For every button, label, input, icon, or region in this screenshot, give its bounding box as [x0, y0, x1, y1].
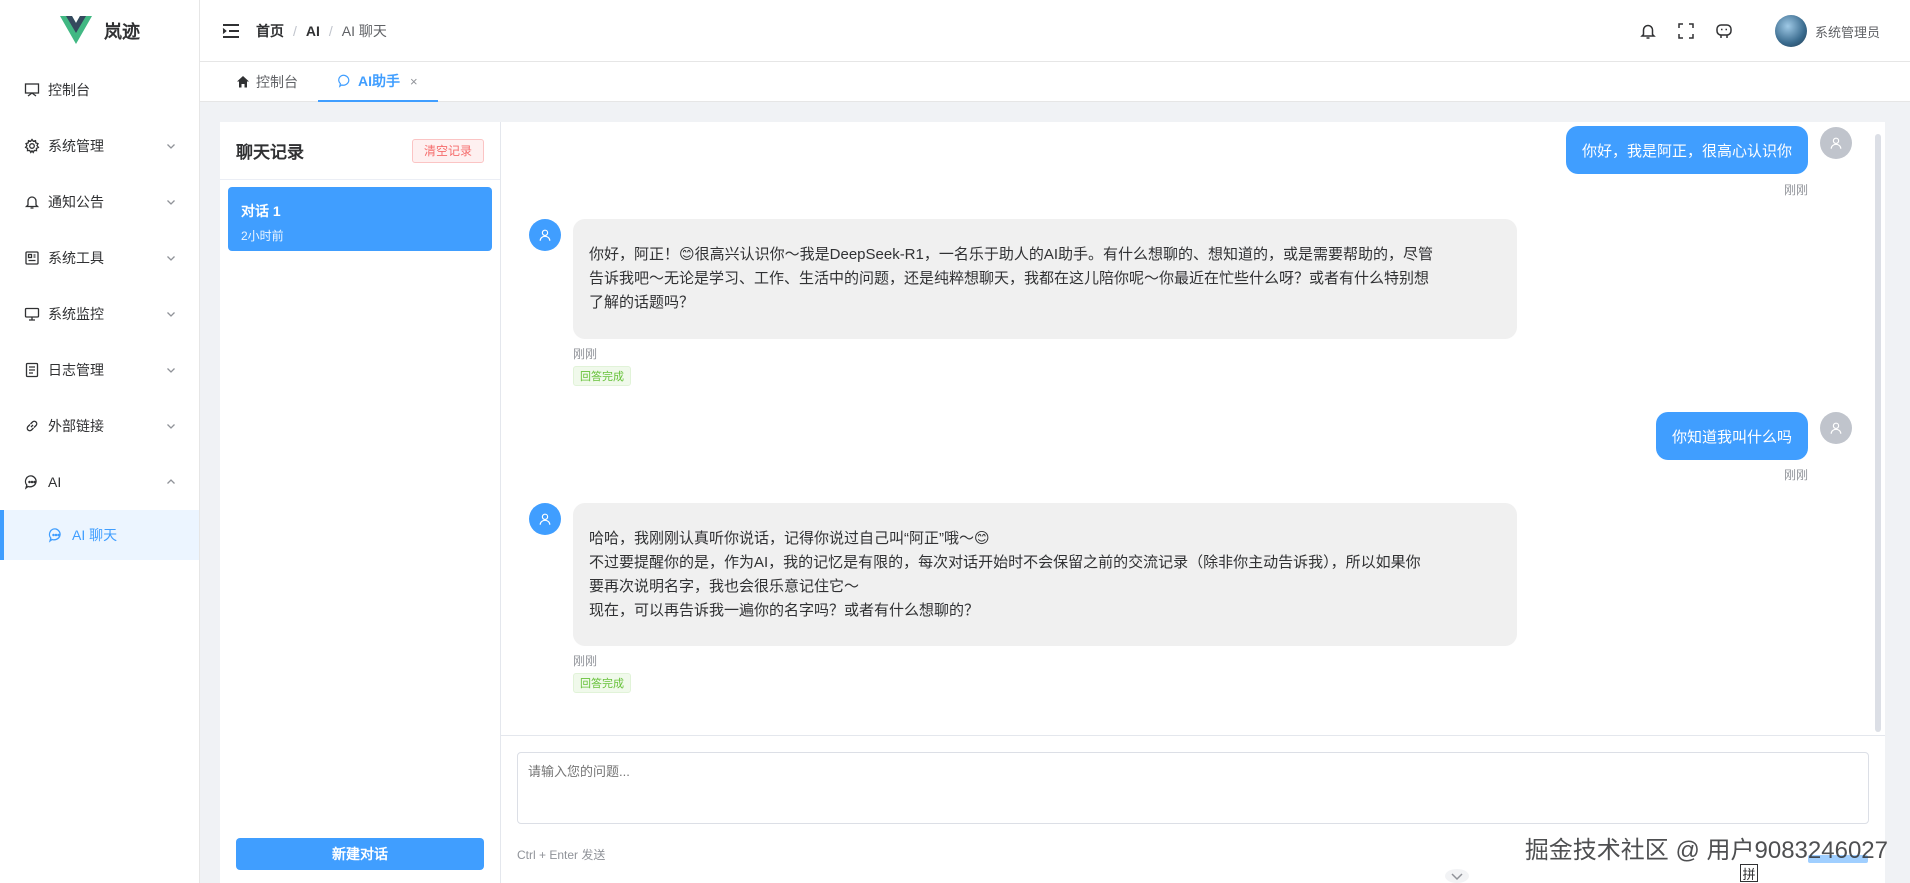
history-header: 聊天记录 清空记录 [220, 122, 500, 180]
chevron-down-icon [167, 144, 175, 149]
tab-ai-assistant[interactable]: AI助手 × [318, 62, 438, 102]
username[interactable]: 系统管理员 [1815, 22, 1880, 41]
sidebar-item-label: 日志管理 [48, 362, 104, 378]
logo-text: 岚迹 [104, 22, 140, 42]
sidebar-item-label: 外部链接 [48, 418, 104, 434]
assistant-message-bubble: 你好，阿正！😊很高兴认识你～我是DeepSeek-R1，一名乐于助人的AI助手。… [573, 219, 1517, 339]
tabs-bar: 控制台 AI助手 × [200, 62, 1910, 102]
assistant-message-bubble: 哈哈，我刚刚认真听你说话，记得你说过自己叫“阿正”哦～😊 不过要提醒你的是，作为… [573, 503, 1517, 646]
status-badge: 回答完成 [573, 673, 631, 693]
top-header: 首页 / AI / AI 聊天 系统管理员 [200, 0, 1910, 62]
header-actions: 系统管理员 [1639, 0, 1880, 62]
sidebar-item-notice[interactable]: 通知公告 [0, 174, 199, 230]
sidebar-item-system[interactable]: 系统管理 [0, 118, 199, 174]
message-list: 你好，我是阿正，很高心认识你 刚刚 你好，阿正！😊很高兴认识你～我是DeepSe… [501, 122, 1885, 736]
sidebar-item-label: AI [48, 474, 62, 490]
message-line: 告诉我吧～无论是学习、工作、生活中的问题，还是纯粹想聊天，我都在这儿陪你呢～你最… [589, 270, 1430, 287]
chevron-down-icon [167, 256, 175, 261]
monitor-icon [24, 82, 40, 98]
tab-dashboard[interactable]: 控制台 [236, 62, 298, 102]
home-icon [236, 75, 250, 89]
ime-indicator: 拼 [1740, 864, 1758, 882]
github-icon[interactable] [1715, 22, 1733, 40]
document-icon [24, 362, 40, 378]
vue-logo-icon [60, 16, 92, 44]
conversation-title: 对话 1 [241, 203, 281, 219]
gear-icon [24, 138, 40, 154]
sidebar-item-label: 控制台 [48, 82, 90, 98]
chevron-down-icon[interactable] [1444, 868, 1470, 883]
sidebar-item-label: 系统管理 [48, 138, 104, 154]
question-input[interactable] [517, 752, 1869, 824]
sidebar-item-monitor[interactable]: 系统监控 [0, 286, 199, 342]
toolbox-icon [24, 250, 40, 266]
user-avatar-icon [1820, 412, 1852, 444]
sidebar-item-logs[interactable]: 日志管理 [0, 342, 199, 398]
avatar[interactable] [1774, 15, 1807, 47]
tab-label: 控制台 [256, 74, 298, 90]
send-shortcut-hint: Ctrl + Enter 发送 [517, 848, 606, 862]
sidebar-item-label: 系统工具 [48, 250, 104, 266]
user-message-bubble: 你知道我叫什么吗 [1655, 412, 1808, 460]
chevron-down-icon [167, 312, 175, 317]
user-avatar-icon [1820, 127, 1852, 159]
watermark: 掘金技术社区 @ 用户9083246027 [1524, 837, 1888, 864]
fullscreen-icon[interactable] [1677, 22, 1695, 40]
sidebar-item-links[interactable]: 外部链接 [0, 398, 199, 454]
conversation-item[interactable]: 对话 1 2小时前 [228, 187, 492, 251]
sidebar-item-tools[interactable]: 系统工具 [0, 230, 199, 286]
breadcrumb-current: AI 聊天 [341, 22, 387, 39]
tab-label: AI助手 [358, 73, 400, 89]
message-time: 刚刚 [1783, 183, 1808, 197]
message-line: 要再次说明名字，我也会很乐意记住它～ [589, 578, 860, 595]
conversation-time: 2小时前 [241, 229, 284, 243]
new-conversation-button[interactable]: 新建对话 [236, 838, 484, 870]
message-time: 刚刚 [1783, 468, 1808, 482]
bell-icon[interactable] [1639, 22, 1657, 40]
chat-icon [24, 474, 40, 490]
assistant-avatar-icon [529, 503, 561, 535]
logo[interactable]: 岚迹 [0, 0, 199, 62]
history-title: 聊天记录 [236, 143, 304, 162]
chevron-down-icon [167, 424, 175, 429]
sidebar-item-ai-chat[interactable]: AI 聊天 [0, 510, 199, 560]
assistant-avatar-icon [529, 219, 561, 251]
chevron-down-icon [167, 200, 175, 205]
breadcrumb-separator: / [293, 22, 297, 39]
message-line: 了解的话题吗？ [589, 294, 695, 311]
status-badge: 回答完成 [573, 366, 631, 386]
link-icon [24, 418, 40, 434]
scrollbar[interactable] [1875, 134, 1881, 732]
sidebar-item-label: AI 聊天 [72, 527, 118, 543]
chat-history-panel: 聊天记录 清空记录 对话 1 2小时前 新建对话 [220, 122, 501, 883]
breadcrumb-ai[interactable]: AI [306, 23, 320, 39]
sidebar-item-label: 系统监控 [48, 306, 104, 322]
breadcrumb-separator: / [328, 22, 333, 39]
message-text: 你知道我叫什么吗 [1671, 428, 1792, 446]
message-time: 刚刚 [573, 654, 598, 668]
chat-icon [48, 527, 64, 543]
chat-panel: 你好，我是阿正，很高心认识你 刚刚 你好，阿正！😊很高兴认识你～我是DeepSe… [501, 122, 1885, 883]
breadcrumb-home[interactable]: 首页 [256, 21, 284, 41]
message-time: 刚刚 [573, 347, 598, 361]
menu-toggle-icon[interactable] [222, 23, 240, 39]
sidebar: 岚迹 控制台 系统管理 通知公告 系统工具 系统监控 日志管理 外部链接 AI … [0, 0, 200, 883]
user-message-bubble: 你好，我是阿正，很高心认识你 [1565, 126, 1808, 174]
chevron-up-icon [167, 479, 175, 484]
breadcrumb: 首页 / AI / AI 聊天 [256, 21, 387, 41]
message-line: 不过要提醒你的是，作为AI，我的记忆是有限的，每次对话开始时不会保留之前的交流记… [589, 554, 1421, 571]
bell-icon [24, 194, 40, 210]
chat-icon [338, 74, 352, 88]
sidebar-item-dashboard[interactable]: 控制台 [0, 62, 199, 118]
message-line: 哈哈，我刚刚认真听你说话，记得你说过自己叫“阿正”哦～😊 [589, 530, 990, 547]
close-icon[interactable]: × [410, 74, 418, 89]
chevron-down-icon [167, 368, 175, 373]
sidebar-item-ai[interactable]: AI [0, 454, 199, 510]
clear-history-button[interactable]: 清空记录 [411, 138, 484, 163]
screen-icon [24, 306, 40, 322]
message-line: 现在，可以再告诉我一遍你的名字吗？或者有什么想聊的？ [589, 602, 980, 619]
message-line: 你好，阿正！😊很高兴认识你～我是DeepSeek-R1，一名乐于助人的AI助手。… [589, 246, 1434, 263]
sidebar-item-label: 通知公告 [48, 194, 104, 210]
message-text: 你好，我是阿正，很高心认识你 [1581, 142, 1792, 160]
